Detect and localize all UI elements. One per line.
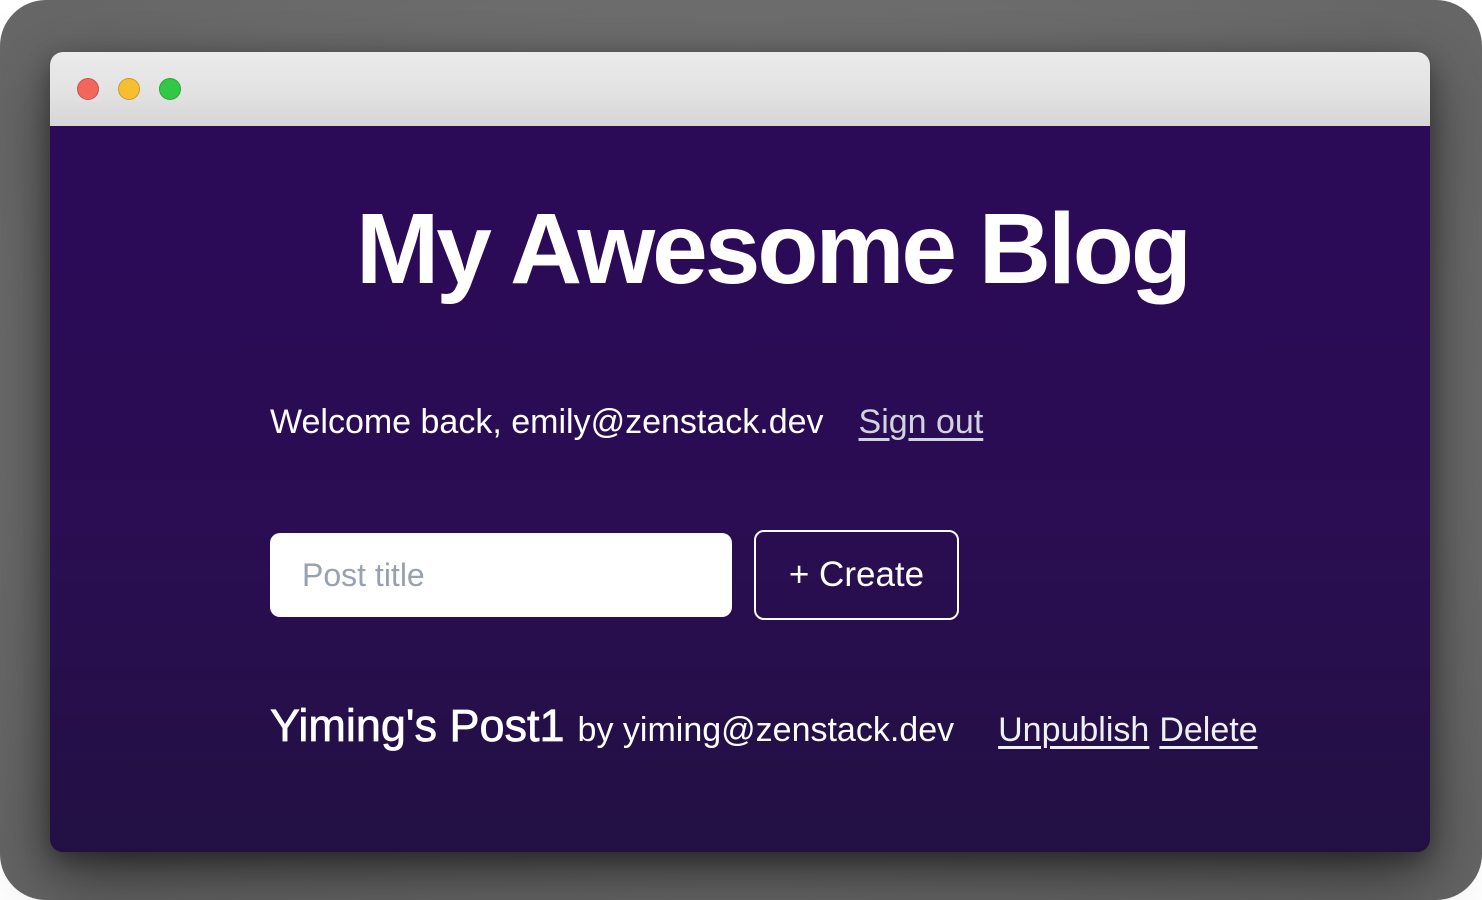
window-titlebar: [50, 52, 1430, 126]
delete-link[interactable]: Delete: [1159, 711, 1257, 750]
unpublish-link[interactable]: Unpublish: [998, 711, 1149, 750]
zoom-window-button[interactable]: [159, 78, 181, 100]
post-title-input[interactable]: [270, 533, 732, 617]
desktop-backdrop: My Awesome Blog Welcome back, emily@zens…: [0, 0, 1482, 900]
create-post-form: + Create: [270, 530, 1275, 620]
sign-out-link[interactable]: Sign out: [859, 400, 984, 444]
post-author-line: by yiming@zenstack.dev: [578, 711, 955, 750]
post-title: Yiming's Post1: [270, 700, 565, 752]
minimize-window-button[interactable]: [118, 78, 140, 100]
close-window-button[interactable]: [77, 78, 99, 100]
blog-app: My Awesome Blog Welcome back, emily@zens…: [50, 196, 1430, 852]
welcome-text: Welcome back, emily@zenstack.dev: [270, 400, 824, 444]
page-title: My Awesome Blog: [270, 196, 1275, 302]
content-column: My Awesome Blog Welcome back, emily@zens…: [50, 196, 1430, 752]
post-list-item: Yiming's Post1 by yiming@zenstack.dev Un…: [270, 700, 1275, 752]
create-post-button[interactable]: + Create: [754, 530, 959, 620]
user-bar: Welcome back, emily@zenstack.dev Sign ou…: [270, 400, 1275, 444]
app-window: My Awesome Blog Welcome back, emily@zens…: [50, 52, 1430, 852]
